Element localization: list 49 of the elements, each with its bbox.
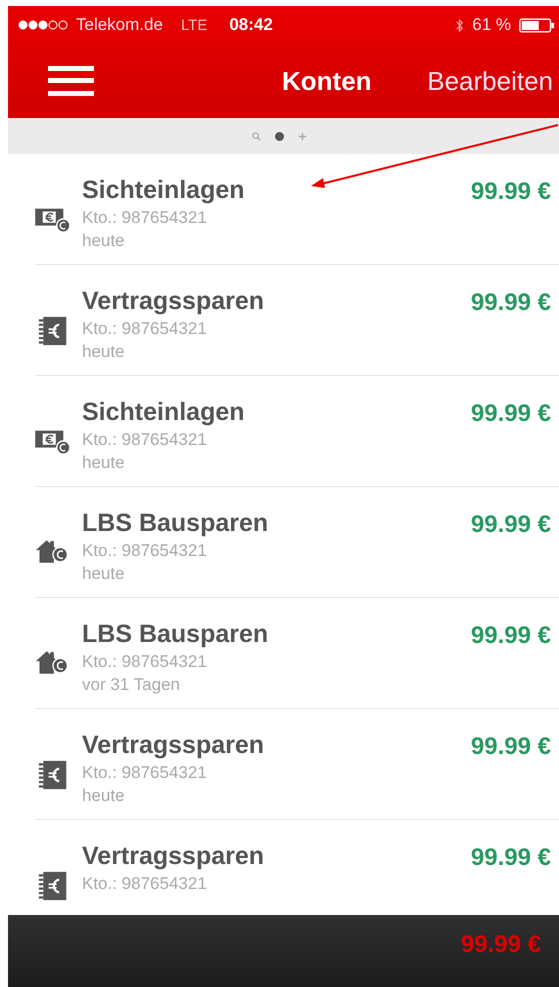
euro-booklet-icon xyxy=(38,759,68,791)
account-number: Kto.: 987654321 xyxy=(82,763,208,783)
account-row[interactable]: LBS Bausparen Kto.: 987654321 heute 99.99 € xyxy=(36,487,559,598)
account-number: Kto.: 987654321 xyxy=(82,874,208,894)
euro-booklet-icon xyxy=(38,315,68,347)
update-date: heute xyxy=(82,564,126,584)
update-date: heute xyxy=(82,231,126,251)
account-row[interactable]: Sichteinlagen Kto.: 987654321 heute 99.99 € xyxy=(36,376,559,487)
total-balance: 99.99 € xyxy=(460,931,541,959)
screen-title: Konten xyxy=(282,66,372,96)
update-date: heute xyxy=(82,786,126,806)
account-balance: 99.99 € xyxy=(470,288,552,317)
page-dot[interactable] xyxy=(275,132,284,140)
account-number: Kto.: 987654321 xyxy=(82,208,208,228)
account-name: LBS Bausparen xyxy=(82,509,268,538)
euro-booklet-icon xyxy=(38,870,68,902)
account-name: Vertragssparen xyxy=(82,287,264,316)
account-balance: 99.99 € xyxy=(470,399,552,428)
account-name: Vertragssparen xyxy=(82,842,264,871)
account-number: Kto.: 987654321 xyxy=(82,319,208,339)
battery-icon xyxy=(519,18,555,32)
network-type: LTE xyxy=(180,16,208,34)
account-number: Kto.: 987654321 xyxy=(82,430,208,450)
battery-percent: 61 % xyxy=(472,15,511,35)
account-balance: 99.99 € xyxy=(470,177,552,206)
account-balance: 99.99 € xyxy=(470,732,552,761)
account-name: Sichteinlagen xyxy=(82,398,245,427)
account-name: Vertragssparen xyxy=(82,731,264,760)
menu-icon xyxy=(48,65,94,97)
account-number: Kto.: 987654321 xyxy=(82,541,208,561)
signal-strength-icon xyxy=(18,20,68,30)
account-row[interactable]: Vertragssparen Kto.: 987654321 heute 99.99 € xyxy=(36,709,559,820)
account-row[interactable]: Sichteinlagen Kto.: 987654321 heute 99.99 € xyxy=(36,154,559,265)
account-row[interactable]: Vertragssparen Kto.: 987654321 heute 99.99 € xyxy=(36,265,559,376)
update-date: heute xyxy=(82,342,126,362)
account-row[interactable]: LBS Bausparen Kto.: 987654321 vor 31 Tagen 99.99 € xyxy=(36,598,559,709)
account-balance: 99.99 € xyxy=(470,621,552,650)
bluetooth-icon xyxy=(455,18,464,32)
account-name: Sichteinlagen xyxy=(82,176,245,205)
edit-button[interactable]: Bearbeiten xyxy=(427,66,553,96)
account-balance: 99.99 € xyxy=(470,510,552,539)
account-balance: 99.99 € xyxy=(470,843,552,872)
account-row[interactable]: Vertragssparen Kto.: 987654321 99.99 € xyxy=(36,820,559,910)
carrier-name: Telekom.de xyxy=(76,15,163,35)
clock-time: 08:42 xyxy=(229,15,273,35)
update-date: heute xyxy=(82,453,126,473)
update-date: vor 31 Tagen xyxy=(82,675,181,695)
account-number: Kto.: 987654321 xyxy=(82,652,208,672)
account-name: LBS Bausparen xyxy=(82,620,268,649)
